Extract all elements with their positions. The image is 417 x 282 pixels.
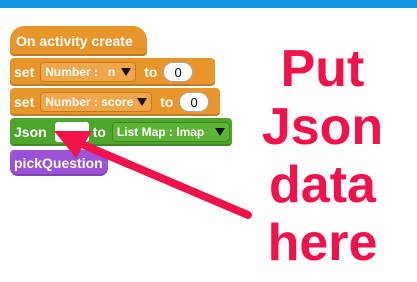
to-keyword: to	[92, 124, 106, 140]
chevron-down-icon	[214, 128, 225, 136]
set-keyword: set	[14, 64, 35, 80]
number-input-n[interactable]: 0	[163, 62, 193, 82]
variable-dropdown-label: Number : score	[45, 95, 134, 109]
json-keyword: Json	[14, 124, 47, 140]
on-activity-create-label: On activity create	[16, 33, 133, 49]
annotation-line-data: data	[269, 156, 376, 214]
annotation-line-put: Put	[280, 40, 365, 98]
chevron-down-icon	[121, 68, 132, 76]
pick-question-block[interactable]: pickQuestion	[10, 150, 108, 176]
annotation-text: Put Json data here	[240, 40, 405, 272]
variable-dropdown-n[interactable]: Number : n	[40, 62, 137, 82]
json-to-listmap-block[interactable]: Json to List Map : lmap	[10, 118, 232, 146]
listmap-dropdown-label: List Map : lmap	[116, 125, 205, 139]
set-number-score-block[interactable]: set Number : score to 0	[10, 88, 220, 116]
set-number-n-block[interactable]: set Number : n to 0	[10, 58, 215, 86]
to-keyword: to	[144, 64, 158, 80]
chevron-down-icon	[137, 98, 148, 106]
on-activity-create-block[interactable]: On activity create	[10, 26, 147, 56]
listmap-dropdown[interactable]: List Map : lmap	[111, 122, 230, 142]
set-keyword: set	[14, 94, 35, 110]
pick-question-label: pickQuestion	[14, 155, 103, 171]
annotation-line-json: Json	[261, 98, 384, 156]
annotation-line-here: here	[267, 214, 378, 272]
variable-dropdown-label: Number : n	[45, 65, 116, 79]
to-keyword: to	[160, 94, 174, 110]
number-input-score[interactable]: 0	[179, 92, 209, 112]
variable-dropdown-score[interactable]: Number : score	[40, 92, 153, 112]
top-bar	[0, 0, 417, 8]
json-input-slot[interactable]	[54, 122, 89, 142]
